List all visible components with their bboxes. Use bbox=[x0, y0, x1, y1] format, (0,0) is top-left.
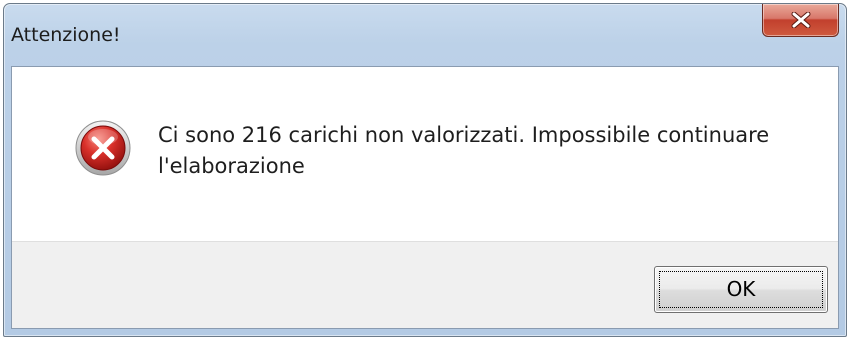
close-x-icon bbox=[791, 12, 811, 28]
title-bar[interactable]: Attenzione! bbox=[4, 4, 846, 66]
dialog-body: Ci sono 216 carichi non valorizzati. Imp… bbox=[11, 66, 839, 329]
dialog-title: Attenzione! bbox=[11, 24, 121, 46]
error-message: Ci sono 216 carichi non valorizzati. Imp… bbox=[158, 123, 770, 178]
error-icon bbox=[75, 120, 131, 176]
ok-button-label: OK bbox=[726, 277, 756, 301]
button-bar: OK bbox=[12, 241, 838, 328]
message-area: Ci sono 216 carichi non valorizzati. Imp… bbox=[12, 67, 838, 241]
dialog-window: Attenzione! Ci sono 216 carichi non valo… bbox=[3, 3, 847, 337]
close-button[interactable] bbox=[762, 4, 839, 37]
ok-button[interactable]: OK bbox=[654, 266, 828, 313]
